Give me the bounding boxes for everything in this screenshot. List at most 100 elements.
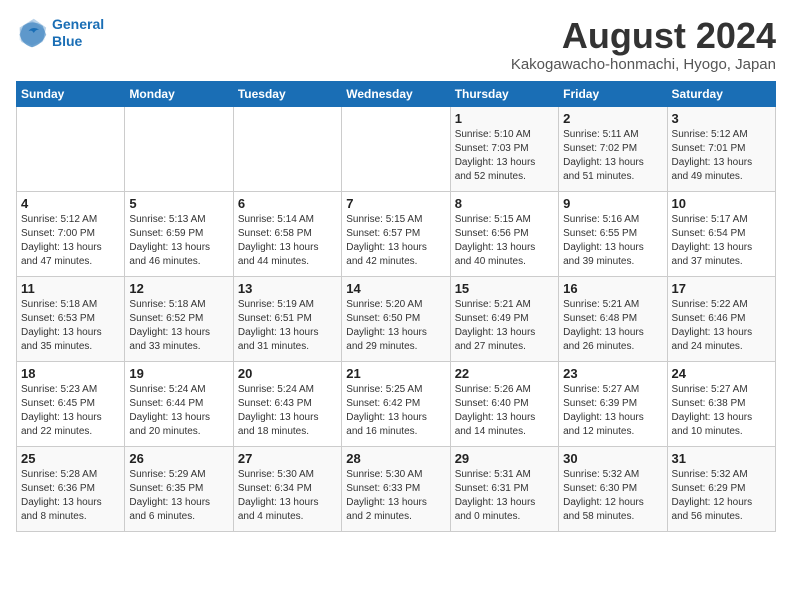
day-detail: Sunrise: 5:17 AM Sunset: 6:54 PM Dayligh…	[672, 213, 771, 269]
logo: General Blue	[16, 16, 104, 50]
calendar-cell: 4Sunrise: 5:12 AM Sunset: 7:00 PM Daylig…	[17, 191, 125, 276]
day-detail: Sunrise: 5:24 AM Sunset: 6:44 PM Dayligh…	[129, 383, 228, 439]
calendar-cell: 29Sunrise: 5:31 AM Sunset: 6:31 PM Dayli…	[450, 446, 558, 531]
day-number: 24	[672, 366, 771, 381]
calendar-cell	[17, 106, 125, 191]
day-detail: Sunrise: 5:16 AM Sunset: 6:55 PM Dayligh…	[563, 213, 662, 269]
calendar-cell: 19 Sunrise: 5:24 AM Sunset: 6:44 PM Dayli…	[125, 361, 233, 446]
calendar-cell: 13 Sunrise: 5:19 AM Sunset: 6:51 PM Dayli…	[233, 276, 341, 361]
weekday-header-wednesday: Wednesday	[342, 81, 450, 106]
day-number: 10	[672, 196, 771, 211]
day-detail: Sunrise: 5:15 AM Sunset: 6:57 PM Dayligh…	[346, 213, 445, 269]
day-number: 4	[21, 196, 120, 211]
day-detail: Sunrise: 5:10 AM Sunset: 7:03 PM Dayligh…	[455, 128, 554, 184]
day-number: 15	[455, 281, 554, 296]
day-number: 19	[129, 366, 228, 381]
title-block: August 2024 Kakogawacho-honmachi, Hyogo,…	[511, 16, 776, 73]
weekday-header-thursday: Thursday	[450, 81, 558, 106]
calendar-cell: 26 Sunrise: 5:29 AM Sunset: 6:35 PM Dayli…	[125, 446, 233, 531]
day-number: 26	[129, 451, 228, 466]
calendar-cell: 16 Sunrise: 5:21 AM Sunset: 6:48 PM Dayli…	[559, 276, 667, 361]
day-number: 28	[346, 451, 445, 466]
page-header: General Blue August 2024 Kakogawacho-hon…	[16, 16, 776, 73]
day-number: 12	[129, 281, 228, 296]
day-detail: Sunrise: 5:21 AM Sunset: 6:48 PM Dayligh…	[563, 298, 662, 354]
calendar-cell: 8 Sunrise: 5:15 AM Sunset: 6:56 PM Daylig…	[450, 191, 558, 276]
day-number: 2	[563, 111, 662, 126]
week-row-2: 4Sunrise: 5:12 AM Sunset: 7:00 PM Daylig…	[17, 191, 776, 276]
day-detail: Sunrise: 5:18 AM Sunset: 6:52 PM Dayligh…	[129, 298, 228, 354]
day-detail: Sunrise: 5:27 AM Sunset: 6:39 PM Dayligh…	[563, 383, 662, 439]
calendar-cell: 2Sunrise: 5:11 AM Sunset: 7:02 PM Daylig…	[559, 106, 667, 191]
day-number: 30	[563, 451, 662, 466]
day-number: 23	[563, 366, 662, 381]
day-detail: Sunrise: 5:15 AM Sunset: 6:56 PM Dayligh…	[455, 213, 554, 269]
day-number: 16	[563, 281, 662, 296]
week-row-1: 1 Sunrise: 5:10 AM Sunset: 7:03 PM Daylig…	[17, 106, 776, 191]
calendar-cell: 27Sunrise: 5:30 AM Sunset: 6:34 PM Dayli…	[233, 446, 341, 531]
calendar-cell: 12 Sunrise: 5:18 AM Sunset: 6:52 PM Dayli…	[125, 276, 233, 361]
day-detail: Sunrise: 5:18 AM Sunset: 6:53 PM Dayligh…	[21, 298, 120, 354]
calendar-cell: 24 Sunrise: 5:27 AM Sunset: 6:38 PM Dayli…	[667, 361, 775, 446]
day-detail: Sunrise: 5:14 AM Sunset: 6:58 PM Dayligh…	[238, 213, 337, 269]
day-number: 3	[672, 111, 771, 126]
day-detail: Sunrise: 5:30 AM Sunset: 6:33 PM Dayligh…	[346, 468, 445, 524]
day-detail: Sunrise: 5:29 AM Sunset: 6:35 PM Dayligh…	[129, 468, 228, 524]
day-detail: Sunrise: 5:21 AM Sunset: 6:49 PM Dayligh…	[455, 298, 554, 354]
calendar-cell: 23 Sunrise: 5:27 AM Sunset: 6:39 PM Dayli…	[559, 361, 667, 446]
calendar-cell: 10 Sunrise: 5:17 AM Sunset: 6:54 PM Dayli…	[667, 191, 775, 276]
weekday-header-sunday: Sunday	[17, 81, 125, 106]
calendar-cell: 28 Sunrise: 5:30 AM Sunset: 6:33 PM Dayli…	[342, 446, 450, 531]
day-detail: Sunrise: 5:20 AM Sunset: 6:50 PM Dayligh…	[346, 298, 445, 354]
calendar-cell: 1 Sunrise: 5:10 AM Sunset: 7:03 PM Daylig…	[450, 106, 558, 191]
day-number: 18	[21, 366, 120, 381]
weekday-header-tuesday: Tuesday	[233, 81, 341, 106]
weekday-header-saturday: Saturday	[667, 81, 775, 106]
day-number: 7	[346, 196, 445, 211]
calendar-cell	[125, 106, 233, 191]
calendar-cell: 25 Sunrise: 5:28 AM Sunset: 6:36 PM Dayli…	[17, 446, 125, 531]
weekday-header-monday: Monday	[125, 81, 233, 106]
calendar-cell	[342, 106, 450, 191]
day-detail: Sunrise: 5:30 AM Sunset: 6:34 PM Dayligh…	[238, 468, 337, 524]
calendar-cell: 30Sunrise: 5:32 AM Sunset: 6:30 PM Dayli…	[559, 446, 667, 531]
calendar-cell: 5Sunrise: 5:13 AM Sunset: 6:59 PM Daylig…	[125, 191, 233, 276]
day-number: 31	[672, 451, 771, 466]
day-number: 9	[563, 196, 662, 211]
day-number: 22	[455, 366, 554, 381]
weekday-header-friday: Friday	[559, 81, 667, 106]
calendar-subtitle: Kakogawacho-honmachi, Hyogo, Japan	[511, 56, 776, 73]
logo-icon	[16, 17, 48, 49]
calendar-cell	[233, 106, 341, 191]
calendar-cell: 20 Sunrise: 5:24 AM Sunset: 6:43 PM Dayli…	[233, 361, 341, 446]
calendar-cell: 31 Sunrise: 5:32 AM Sunset: 6:29 PM Dayli…	[667, 446, 775, 531]
day-detail: Sunrise: 5:32 AM Sunset: 6:29 PM Dayligh…	[672, 468, 771, 524]
day-detail: Sunrise: 5:19 AM Sunset: 6:51 PM Dayligh…	[238, 298, 337, 354]
day-number: 14	[346, 281, 445, 296]
day-detail: Sunrise: 5:26 AM Sunset: 6:40 PM Dayligh…	[455, 383, 554, 439]
day-number: 1	[455, 111, 554, 126]
day-number: 20	[238, 366, 337, 381]
calendar-cell: 22 Sunrise: 5:26 AM Sunset: 6:40 PM Dayli…	[450, 361, 558, 446]
calendar-title: August 2024	[511, 16, 776, 56]
day-number: 13	[238, 281, 337, 296]
day-detail: Sunrise: 5:27 AM Sunset: 6:38 PM Dayligh…	[672, 383, 771, 439]
day-number: 25	[21, 451, 120, 466]
calendar-cell: 11 Sunrise: 5:18 AM Sunset: 6:53 PM Dayli…	[17, 276, 125, 361]
day-detail: Sunrise: 5:22 AM Sunset: 6:46 PM Dayligh…	[672, 298, 771, 354]
day-detail: Sunrise: 5:28 AM Sunset: 6:36 PM Dayligh…	[21, 468, 120, 524]
calendar-cell: 9 Sunrise: 5:16 AM Sunset: 6:55 PM Daylig…	[559, 191, 667, 276]
day-number: 11	[21, 281, 120, 296]
day-detail: Sunrise: 5:12 AM Sunset: 7:01 PM Dayligh…	[672, 128, 771, 184]
calendar-cell: 7 Sunrise: 5:15 AM Sunset: 6:57 PM Daylig…	[342, 191, 450, 276]
day-number: 17	[672, 281, 771, 296]
day-detail: Sunrise: 5:24 AM Sunset: 6:43 PM Dayligh…	[238, 383, 337, 439]
day-number: 8	[455, 196, 554, 211]
day-detail: Sunrise: 5:13 AM Sunset: 6:59 PM Dayligh…	[129, 213, 228, 269]
week-row-5: 25 Sunrise: 5:28 AM Sunset: 6:36 PM Dayli…	[17, 446, 776, 531]
calendar-cell: 6Sunrise: 5:14 AM Sunset: 6:58 PM Daylig…	[233, 191, 341, 276]
week-row-3: 11 Sunrise: 5:18 AM Sunset: 6:53 PM Dayli…	[17, 276, 776, 361]
day-number: 21	[346, 366, 445, 381]
calendar-cell: 18Sunrise: 5:23 AM Sunset: 6:45 PM Dayli…	[17, 361, 125, 446]
day-detail: Sunrise: 5:31 AM Sunset: 6:31 PM Dayligh…	[455, 468, 554, 524]
